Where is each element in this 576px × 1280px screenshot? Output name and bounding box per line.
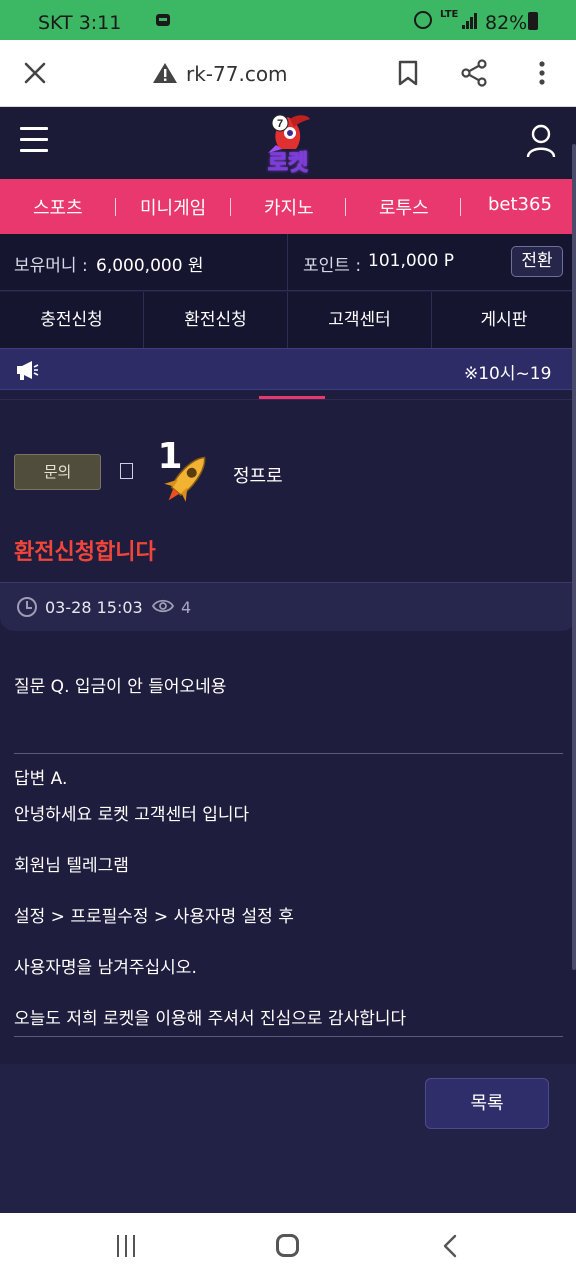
qa-divider <box>14 753 563 754</box>
browser-toolbar: rk-77.com <box>0 40 576 107</box>
answer-line: 설정 > 프로필수정 > 사용자명 설정 후 <box>14 907 294 927</box>
alarm-icon <box>414 11 432 29</box>
post-title: 환전신청합니다 <box>14 540 156 565</box>
answer-line: 안녕하세요 로켓 고객센터 입니다 <box>14 805 250 825</box>
back-icon[interactable] <box>439 1234 463 1258</box>
nav-separator <box>230 198 231 216</box>
logo-text: 로켓 <box>267 151 309 177</box>
customer-center-button[interactable]: 고객센터 <box>288 292 432 348</box>
home-icon[interactable] <box>276 1234 299 1257</box>
post-meta-bar: 03-28 15:03 4 <box>0 583 576 631</box>
balance-divider <box>287 234 288 291</box>
point-label: 포인트 : <box>303 256 362 276</box>
message-notification-icon <box>156 14 170 26</box>
back-to-list-button[interactable]: 목록 <box>425 1078 549 1129</box>
share-icon[interactable] <box>459 58 489 88</box>
site-logo[interactable]: 7 로켓 <box>250 109 326 177</box>
convert-points-button[interactable]: 전환 <box>511 246 563 277</box>
hamburger-menu-icon[interactable] <box>20 127 48 153</box>
nav-item-lotus[interactable]: 로투스 <box>379 194 429 220</box>
board-button[interactable]: 게시판 <box>432 292 576 348</box>
clock-icon <box>17 597 37 617</box>
money-label: 보유머니 : <box>14 256 88 276</box>
bookmark-icon[interactable] <box>393 58 423 88</box>
question-text: 질문 Q. 입금이 안 들어오네용 <box>14 677 227 697</box>
action-menu: 충전신청 환전신청 고객센터 게시판 <box>0 292 576 348</box>
battery-icon <box>528 12 538 30</box>
system-nav-bar <box>0 1213 576 1280</box>
battery-percent: 82% <box>485 12 528 34</box>
recent-apps-icon[interactable] <box>116 1235 138 1257</box>
post-date: 03-28 15:03 <box>45 598 143 617</box>
nav-separator <box>345 198 346 216</box>
url-text[interactable]: rk-77.com <box>186 62 288 86</box>
post-view-count: 4 <box>181 598 192 617</box>
eye-icon <box>152 599 174 613</box>
warning-icon[interactable] <box>152 61 178 85</box>
nav-separator <box>460 198 461 216</box>
deposit-request-button[interactable]: 충전신청 <box>0 292 144 348</box>
svg-text:7: 7 <box>277 118 283 130</box>
nav-item-bet365[interactable]: bet365 <box>488 194 552 215</box>
answer-line: 사용자명을 남겨주십시오. <box>14 958 197 978</box>
content-top-divider <box>0 399 576 400</box>
notice-text: ※10시~19 <box>464 364 552 384</box>
more-menu-icon[interactable] <box>527 58 557 88</box>
signal-icon <box>462 13 478 29</box>
site-header: 7 로켓 <box>0 107 576 179</box>
page-scrollbar[interactable] <box>572 144 576 970</box>
answer-line: 회원님 텔레그램 <box>14 856 129 876</box>
answer-line: 오늘도 저희 로켓을 이용해 주셔서 진심으로 감사합니다 <box>14 1009 407 1029</box>
nav-item-sports[interactable]: 스포츠 <box>33 194 83 220</box>
nav-item-minigame[interactable]: 미니게임 <box>140 194 206 220</box>
account-balance-bar: 보유머니 : 6,000,000 원 포인트 : 101,000 P <box>0 234 576 291</box>
carrier-time: SKT 3:11 <box>38 12 122 34</box>
rank-rocket-icon: 1 <box>157 436 206 502</box>
money-value: 6,000,000 원 <box>96 256 204 276</box>
status-bar: SKT 3:11 LTE 82% <box>0 0 576 40</box>
megaphone-icon <box>17 361 39 380</box>
notice-bar: ※10시~19 <box>0 348 576 390</box>
user-account-icon[interactable] <box>526 124 556 158</box>
answer-heading: 답변 A. <box>14 769 68 789</box>
category-nav: 스포츠 미니게임 카지노 로투스 bet365 <box>0 179 576 234</box>
broken-image-icon <box>120 463 133 479</box>
network-type: LTE <box>440 9 459 20</box>
rank-number: 1 <box>157 436 182 477</box>
nav-separator <box>115 198 116 216</box>
nav-item-casino[interactable]: 카지노 <box>264 194 314 220</box>
point-value: 101,000 P <box>368 251 454 271</box>
close-icon[interactable] <box>20 58 50 88</box>
post-category-badge: 문의 <box>14 454 101 490</box>
post-author: 정프로 <box>233 466 283 487</box>
answer-divider <box>14 1036 563 1037</box>
withdraw-request-button[interactable]: 환전신청 <box>144 292 288 348</box>
